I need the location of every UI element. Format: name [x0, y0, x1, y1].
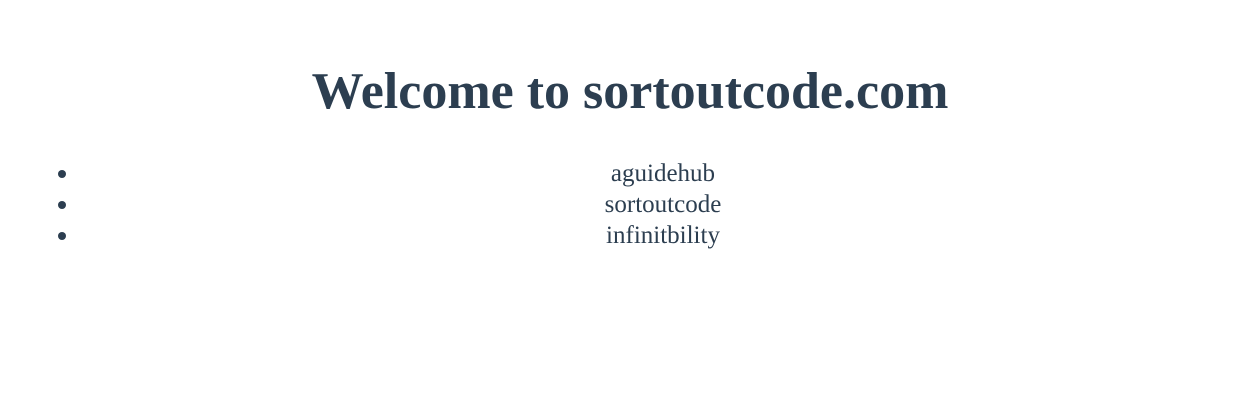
page: Welcome to sortoutcode.com aguidehub sor… [0, 0, 1260, 415]
bullet-icon [58, 201, 66, 209]
list-item-sortoutcode: sortoutcode [0, 189, 1260, 220]
site-list: aguidehub sortoutcode infinitbility [0, 158, 1260, 251]
list-item-aguidehub: aguidehub [0, 158, 1260, 189]
bullet-icon [58, 170, 66, 178]
list-item-label: infinitbility [606, 222, 720, 249]
list-item-infinitbility: infinitbility [0, 220, 1260, 251]
list-item-label: aguidehub [610, 160, 716, 187]
page-title: Welcome to sortoutcode.com [311, 63, 949, 120]
list-item-label: sortoutcode [604, 191, 722, 218]
bullet-icon [58, 232, 66, 240]
